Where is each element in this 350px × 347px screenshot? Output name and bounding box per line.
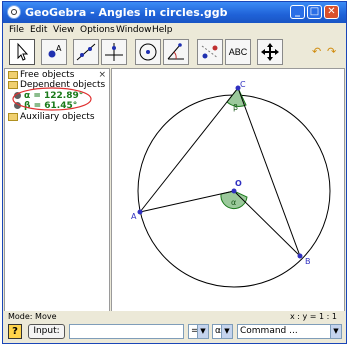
auxiliary-objects-folder[interactable]: Auxiliary objects <box>8 112 95 122</box>
point-tool-button[interactable]: A <box>41 39 67 65</box>
menu-window[interactable]: Window <box>116 25 152 35</box>
label-alpha: α <box>231 198 236 207</box>
menu-bar: File Edit View Options Window Help <box>3 23 346 38</box>
line-icon <box>76 43 96 61</box>
angle-tool-button[interactable] <box>163 39 189 65</box>
algebra-view: × Free objects Dependent objects α = 122… <box>4 68 110 312</box>
svg-text:A: A <box>56 44 62 53</box>
geogebra-window: GeoGebra - Angles in circles.ggb _ □ ✕ F… <box>2 1 347 344</box>
line-tool-button[interactable] <box>73 39 99 65</box>
reflect-point-icon <box>201 45 219 59</box>
graphics-view[interactable]: A B C O α β <box>111 68 345 312</box>
move-arrows-icon <box>261 43 279 61</box>
move-graphics-tool-button[interactable] <box>257 39 283 65</box>
minimize-button[interactable]: _ <box>290 5 305 19</box>
text-tool-label: ABC <box>228 47 248 57</box>
folder-icon <box>8 112 18 121</box>
redo-icon[interactable]: ↷ <box>327 46 339 57</box>
label-B: B <box>305 257 311 266</box>
window-title: GeoGebra - Angles in circles.ggb <box>25 6 228 19</box>
point-icon: A <box>48 44 62 58</box>
maximize-button[interactable]: □ <box>307 5 322 19</box>
point-B[interactable] <box>297 253 303 259</box>
perpendicular-line-icon <box>105 43 123 61</box>
label-A: A <box>131 212 137 221</box>
menu-edit[interactable]: Edit <box>30 25 47 35</box>
geogebra-app-icon <box>7 5 21 19</box>
angle-icon <box>167 43 184 60</box>
reflect-tool-button[interactable] <box>197 39 223 65</box>
toolbar: A ABC ↶ ↷ <box>3 38 346 68</box>
label-O: O <box>235 179 242 188</box>
coords-status: x : y = 1 : 1 <box>290 312 337 321</box>
input-bar: ? Input: = ▼ α ▼ Command ... ▼ <box>3 322 346 343</box>
menu-file[interactable]: File <box>9 25 24 35</box>
mode-status: Mode: Move <box>8 312 57 321</box>
geometry-canvas[interactable]: A B C O α β <box>112 69 344 311</box>
command-select[interactable]: Command ... ▼ <box>237 324 342 339</box>
point-O[interactable] <box>231 188 237 194</box>
circle-icon <box>139 43 157 61</box>
command-select-value: Command ... <box>240 326 298 336</box>
chevron-down-icon: ▼ <box>330 325 341 338</box>
label-beta: β <box>233 103 238 112</box>
status-bar: Mode: Move x : y = 1 : 1 <box>3 311 346 322</box>
close-window-button[interactable]: ✕ <box>324 5 339 19</box>
text-tool-button[interactable]: ABC <box>225 39 251 65</box>
move-tool-button[interactable] <box>9 39 35 65</box>
segment-OB[interactable] <box>233 190 301 257</box>
label-C: C <box>240 80 246 89</box>
equals-select[interactable]: = ▼ <box>188 324 209 339</box>
chevron-down-icon: ▼ <box>197 325 208 338</box>
undo-icon[interactable]: ↶ <box>312 46 324 57</box>
menu-options[interactable]: Options <box>80 25 115 35</box>
input-label-button[interactable]: Input: <box>28 324 65 339</box>
input-help-button[interactable]: ? <box>8 324 22 339</box>
point-A[interactable] <box>137 209 143 215</box>
menu-view[interactable]: View <box>53 25 74 35</box>
symbol-select[interactable]: α ▼ <box>212 324 233 339</box>
arrow-cursor-icon <box>17 42 29 61</box>
title-bar: GeoGebra - Angles in circles.ggb _ □ ✕ <box>3 2 346 23</box>
chevron-down-icon: ▼ <box>221 325 232 338</box>
menu-help[interactable]: Help <box>152 25 173 35</box>
input-field[interactable] <box>69 324 184 339</box>
circle-tool-button[interactable] <box>135 39 161 65</box>
auxiliary-objects-label: Auxiliary objects <box>20 112 95 122</box>
perpendicular-tool-button[interactable] <box>101 39 127 65</box>
